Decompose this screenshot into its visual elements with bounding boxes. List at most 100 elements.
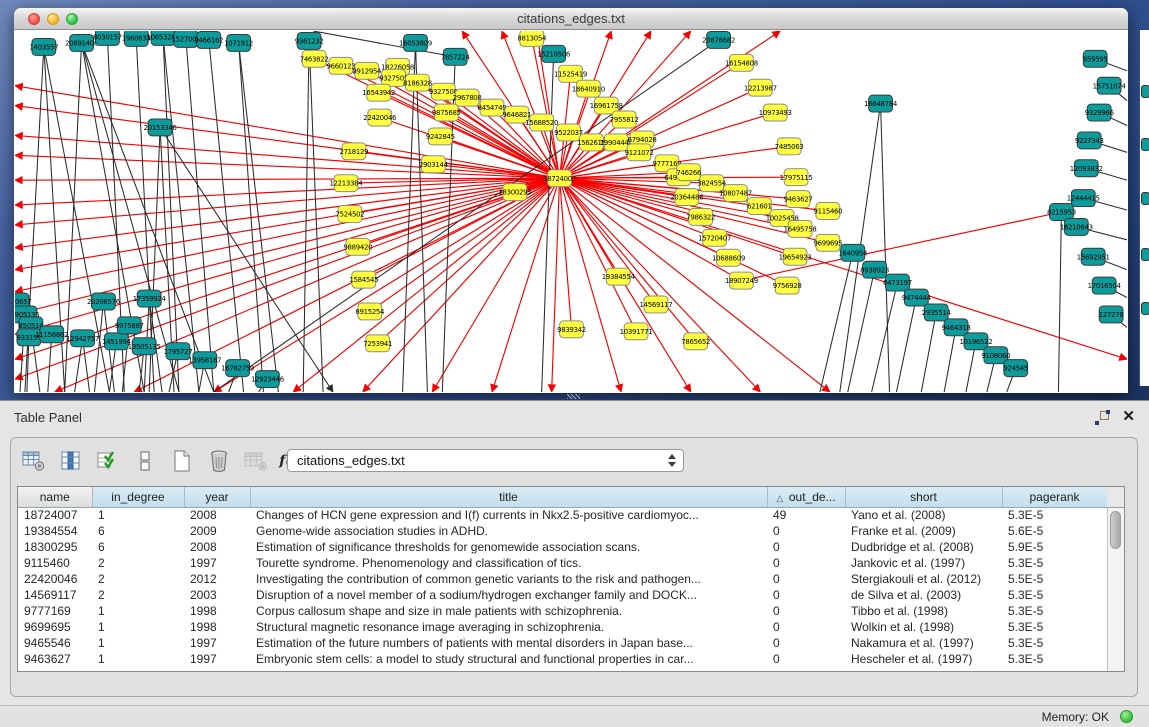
table-cell[interactable]: 9465546: [18, 635, 92, 651]
column-header-short[interactable]: short: [845, 487, 1002, 507]
table-row[interactable]: 1938455462009Genome-wide association stu…: [18, 523, 1107, 539]
graph-node[interactable]: 9115460: [813, 203, 842, 220]
graph-node[interactable]: 1403557: [29, 38, 58, 55]
graph-node[interactable]: 9361232: [295, 32, 324, 49]
table-cell[interactable]: 2: [92, 587, 184, 603]
graph-node[interactable]: 16648784: [864, 95, 898, 112]
graph-node[interactable]: 8938923: [860, 261, 889, 278]
table-cell[interactable]: Stergiakouli et al. (2012): [845, 571, 1002, 587]
graph-node[interactable]: 9474444: [902, 289, 932, 306]
table-cell[interactable]: 2012: [184, 571, 250, 587]
graph-node[interactable]: 18640910: [572, 80, 605, 97]
graph-node[interactable]: 14569117: [640, 296, 673, 313]
column-header-year[interactable]: year: [184, 487, 250, 507]
table-cell[interactable]: Estimation of significance thresholds fo…: [250, 539, 767, 555]
table-cell[interactable]: 9115460: [18, 555, 92, 571]
graph-node[interactable]: 22420046: [363, 109, 396, 126]
graph-node[interactable]: 7865652: [681, 333, 710, 350]
graph-node[interactable]: 9912954: [352, 62, 382, 79]
table-cell[interactable]: 5.3E-5: [1002, 619, 1107, 635]
graph-node[interactable]: 7485063: [775, 138, 804, 155]
graph-node[interactable]: 746266: [676, 164, 701, 181]
panel-splitter-grip[interactable]: [567, 394, 580, 399]
table-cell[interactable]: Nakamura et al. (1997): [845, 635, 1002, 651]
graph-node[interactable]: 8030157: [93, 31, 122, 45]
table-row[interactable]: 969969511998Structural magnetic resonanc…: [18, 619, 1107, 635]
table-cell[interactable]: 1998: [184, 603, 250, 619]
table-cell[interactable]: 2008: [184, 507, 250, 523]
graph-node[interactable]: 7253941: [363, 335, 392, 352]
table-cell[interactable]: 5.3E-5: [1002, 603, 1107, 619]
graph-node[interactable]: 2935514: [922, 304, 952, 321]
table-row[interactable]: 1872400712008Changes of HCN gene express…: [18, 507, 1107, 523]
table-cell[interactable]: Franke et al. (2009): [845, 523, 1002, 539]
graph-node[interactable]: 9889420: [343, 238, 372, 255]
graph-node[interactable]: 8813054: [517, 31, 547, 46]
table-cell[interactable]: 5.3E-5: [1002, 587, 1107, 603]
graph-node[interactable]: 10391771: [620, 323, 653, 340]
table-cell[interactable]: 0: [767, 619, 845, 635]
graph-node[interactable]: 9875685: [432, 104, 461, 121]
table-cell[interactable]: Investigating the contribution of common…: [250, 571, 767, 587]
table-cell[interactable]: 0: [767, 555, 845, 571]
table-settings-icon[interactable]: [21, 448, 47, 474]
graph-node[interactable]: 7463822: [300, 50, 329, 67]
table-cell[interactable]: 0: [767, 571, 845, 587]
graph-node[interactable]: 10973493: [759, 104, 792, 121]
graph-node[interactable]: 10807487: [719, 185, 752, 202]
table-cell[interactable]: Hescheler et al. (1997): [845, 651, 1002, 667]
graph-node[interactable]: 16154808: [725, 54, 758, 71]
table-cell[interactable]: 1: [92, 507, 184, 523]
graph-node[interactable]: 9756928: [773, 277, 802, 294]
table-row[interactable]: 946554611997Estimation of the future num…: [18, 635, 1107, 651]
graph-node[interactable]: 1584545: [349, 271, 378, 288]
delete-table-icon[interactable]: [206, 448, 232, 474]
table-row[interactable]: 2242004622012Investigating the contribut…: [18, 571, 1107, 587]
table-row[interactable]: 946362711997Embryonic stem cells: a mode…: [18, 651, 1107, 667]
table-cell[interactable]: 2009: [184, 523, 250, 539]
table-cell[interactable]: 5.3E-5: [1002, 555, 1107, 571]
graph-node[interactable]: 9660123: [327, 57, 356, 74]
graph-node[interactable]: 7857224: [441, 48, 471, 65]
citation-graph[interactable]: 1872400718300295746382296601239912954182…: [15, 31, 1127, 392]
graph-node[interactable]: 9463627: [784, 191, 813, 208]
graph-node[interactable]: 20878682: [702, 31, 735, 48]
graph-node[interactable]: 15751074: [1093, 77, 1127, 94]
graph-node[interactable]: 2718129: [339, 143, 368, 160]
table-source-select[interactable]: citations_edges.txt: [287, 449, 684, 472]
graph-node[interactable]: 18907249: [725, 272, 758, 289]
table-cell[interactable]: 6: [92, 539, 184, 555]
graph-node[interactable]: 127278: [1099, 306, 1124, 323]
graph-node[interactable]: 2903144: [419, 156, 449, 173]
graph-node[interactable]: 7524502: [335, 206, 364, 223]
table-cell[interactable]: Dudbridge et al. (2008): [845, 539, 1002, 555]
table-cell[interactable]: 2003: [184, 587, 250, 603]
table-cell[interactable]: 0: [767, 523, 845, 539]
graph-node[interactable]: 13958167: [188, 352, 221, 369]
graph-node[interactable]: 17975115: [780, 169, 813, 186]
float-panel-icon[interactable]: [1095, 411, 1109, 425]
graph-node[interactable]: 18300295: [498, 184, 531, 201]
table-cell[interactable]: 2008: [184, 539, 250, 555]
graph-node[interactable]: 13505135: [128, 338, 161, 355]
table-cell[interactable]: Structural magnetic resonance image aver…: [250, 619, 767, 635]
table-cell[interactable]: 0: [767, 603, 845, 619]
table-cell[interactable]: Disruption of a novel member of a sodium…: [250, 587, 767, 603]
create-new-table-icon[interactable]: [169, 448, 195, 474]
graph-node[interactable]: 9227343: [1075, 132, 1104, 149]
graph-node[interactable]: 20206576: [87, 293, 120, 310]
column-header-pagerank[interactable]: pagerank: [1002, 487, 1107, 507]
table-cell[interactable]: 2: [92, 555, 184, 571]
table-cell[interactable]: 22420046: [18, 571, 92, 587]
table-cell[interactable]: 5.3E-5: [1002, 635, 1107, 651]
table-cell[interactable]: 1: [92, 635, 184, 651]
graph-node[interactable]: 15720407: [698, 229, 731, 246]
table-cell[interactable]: 1997: [184, 635, 250, 651]
table-cell[interactable]: 18724007: [18, 507, 92, 523]
table-cell[interactable]: 1998: [184, 619, 250, 635]
graph-node[interactable]: 10688609: [712, 249, 745, 266]
graph-node[interactable]: 12213987: [744, 79, 777, 96]
graph-node[interactable]: 9121072: [625, 144, 654, 161]
column-header-title[interactable]: title: [250, 487, 767, 507]
table-cell[interactable]: Changes of HCN gene expression and I(f) …: [250, 507, 767, 523]
